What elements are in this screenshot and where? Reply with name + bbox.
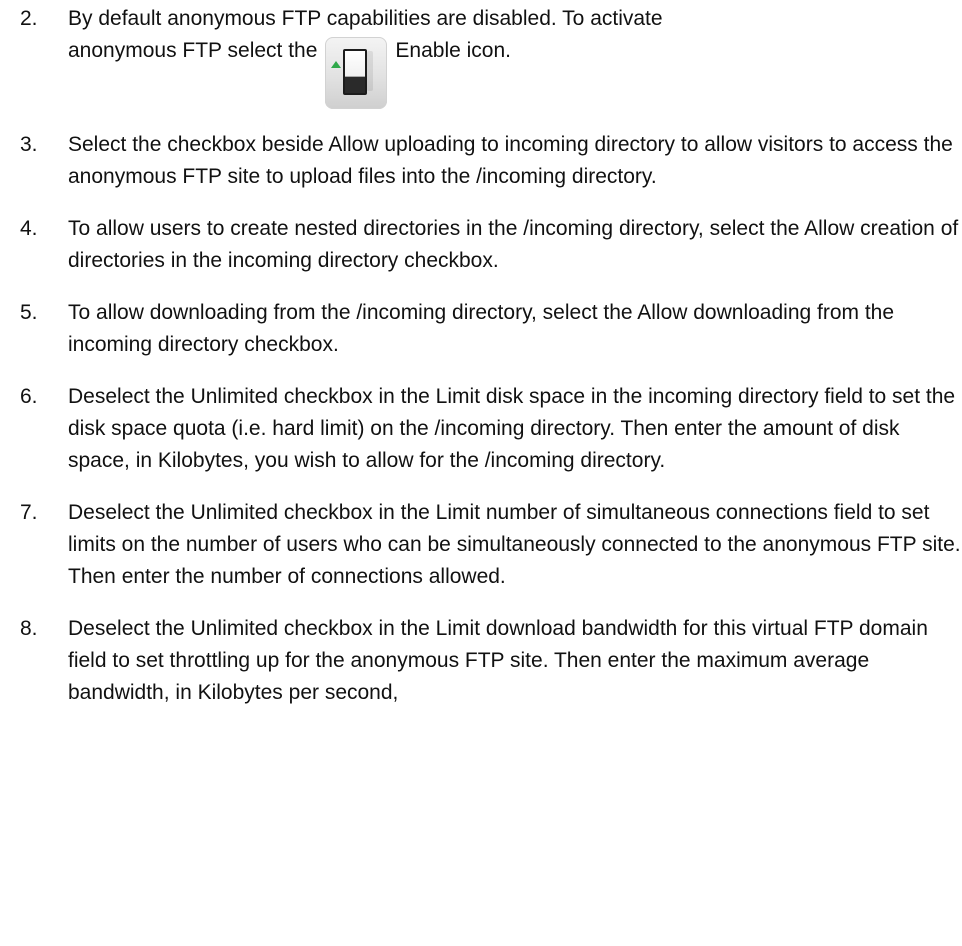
step-text-before-icon: anonymous FTP select the (68, 39, 318, 62)
step-text: To allow users to create nested director… (68, 217, 959, 272)
step-item-6: 6. Deselect the Unlimited checkbox in th… (0, 381, 962, 477)
toggle-switch-icon (343, 49, 368, 95)
step-item-3: 3. Select the checkbox beside Allow uplo… (0, 129, 962, 193)
step-item-2: 2. By default anonymous FTP capabilities… (0, 3, 962, 109)
step-text-after-icon: Enable icon. (395, 39, 511, 62)
step-text-line1: By default anonymous FTP capabilities ar… (68, 7, 663, 30)
step-number: 8. (20, 617, 38, 640)
step-text: Select the checkbox beside Allow uploadi… (68, 133, 953, 188)
step-number: 5. (20, 301, 38, 324)
step-number: 7. (20, 501, 38, 524)
step-number: 3. (20, 133, 38, 156)
step-text-line2: anonymous FTP select the Enable icon. (68, 37, 511, 109)
step-text: Deselect the Unlimited checkbox in the L… (68, 385, 956, 472)
step-item-8: 8. Deselect the Unlimited checkbox in th… (0, 613, 962, 709)
step-item-7: 7. Deselect the Unlimited checkbox in th… (0, 497, 962, 593)
enable-switch-icon (325, 37, 388, 109)
document-page: 2. By default anonymous FTP capabilities… (0, 3, 962, 946)
step-number: 6. (20, 385, 38, 408)
step-text: By default anonymous FTP capabilities ar… (68, 3, 962, 109)
step-item-4: 4. To allow users to create nested direc… (0, 213, 962, 277)
step-text: Deselect the Unlimited checkbox in the L… (68, 501, 961, 588)
up-arrow-icon (331, 61, 342, 68)
step-number: 4. (20, 217, 38, 240)
instruction-steps-list: 2. By default anonymous FTP capabilities… (0, 3, 962, 709)
step-number: 2. (20, 7, 38, 30)
step-item-5: 5. To allow downloading from the /incomi… (0, 297, 962, 361)
step-text: To allow downloading from the /incoming … (68, 301, 895, 356)
step-text: Deselect the Unlimited checkbox in the L… (68, 617, 928, 704)
icon-shadow (367, 51, 374, 91)
